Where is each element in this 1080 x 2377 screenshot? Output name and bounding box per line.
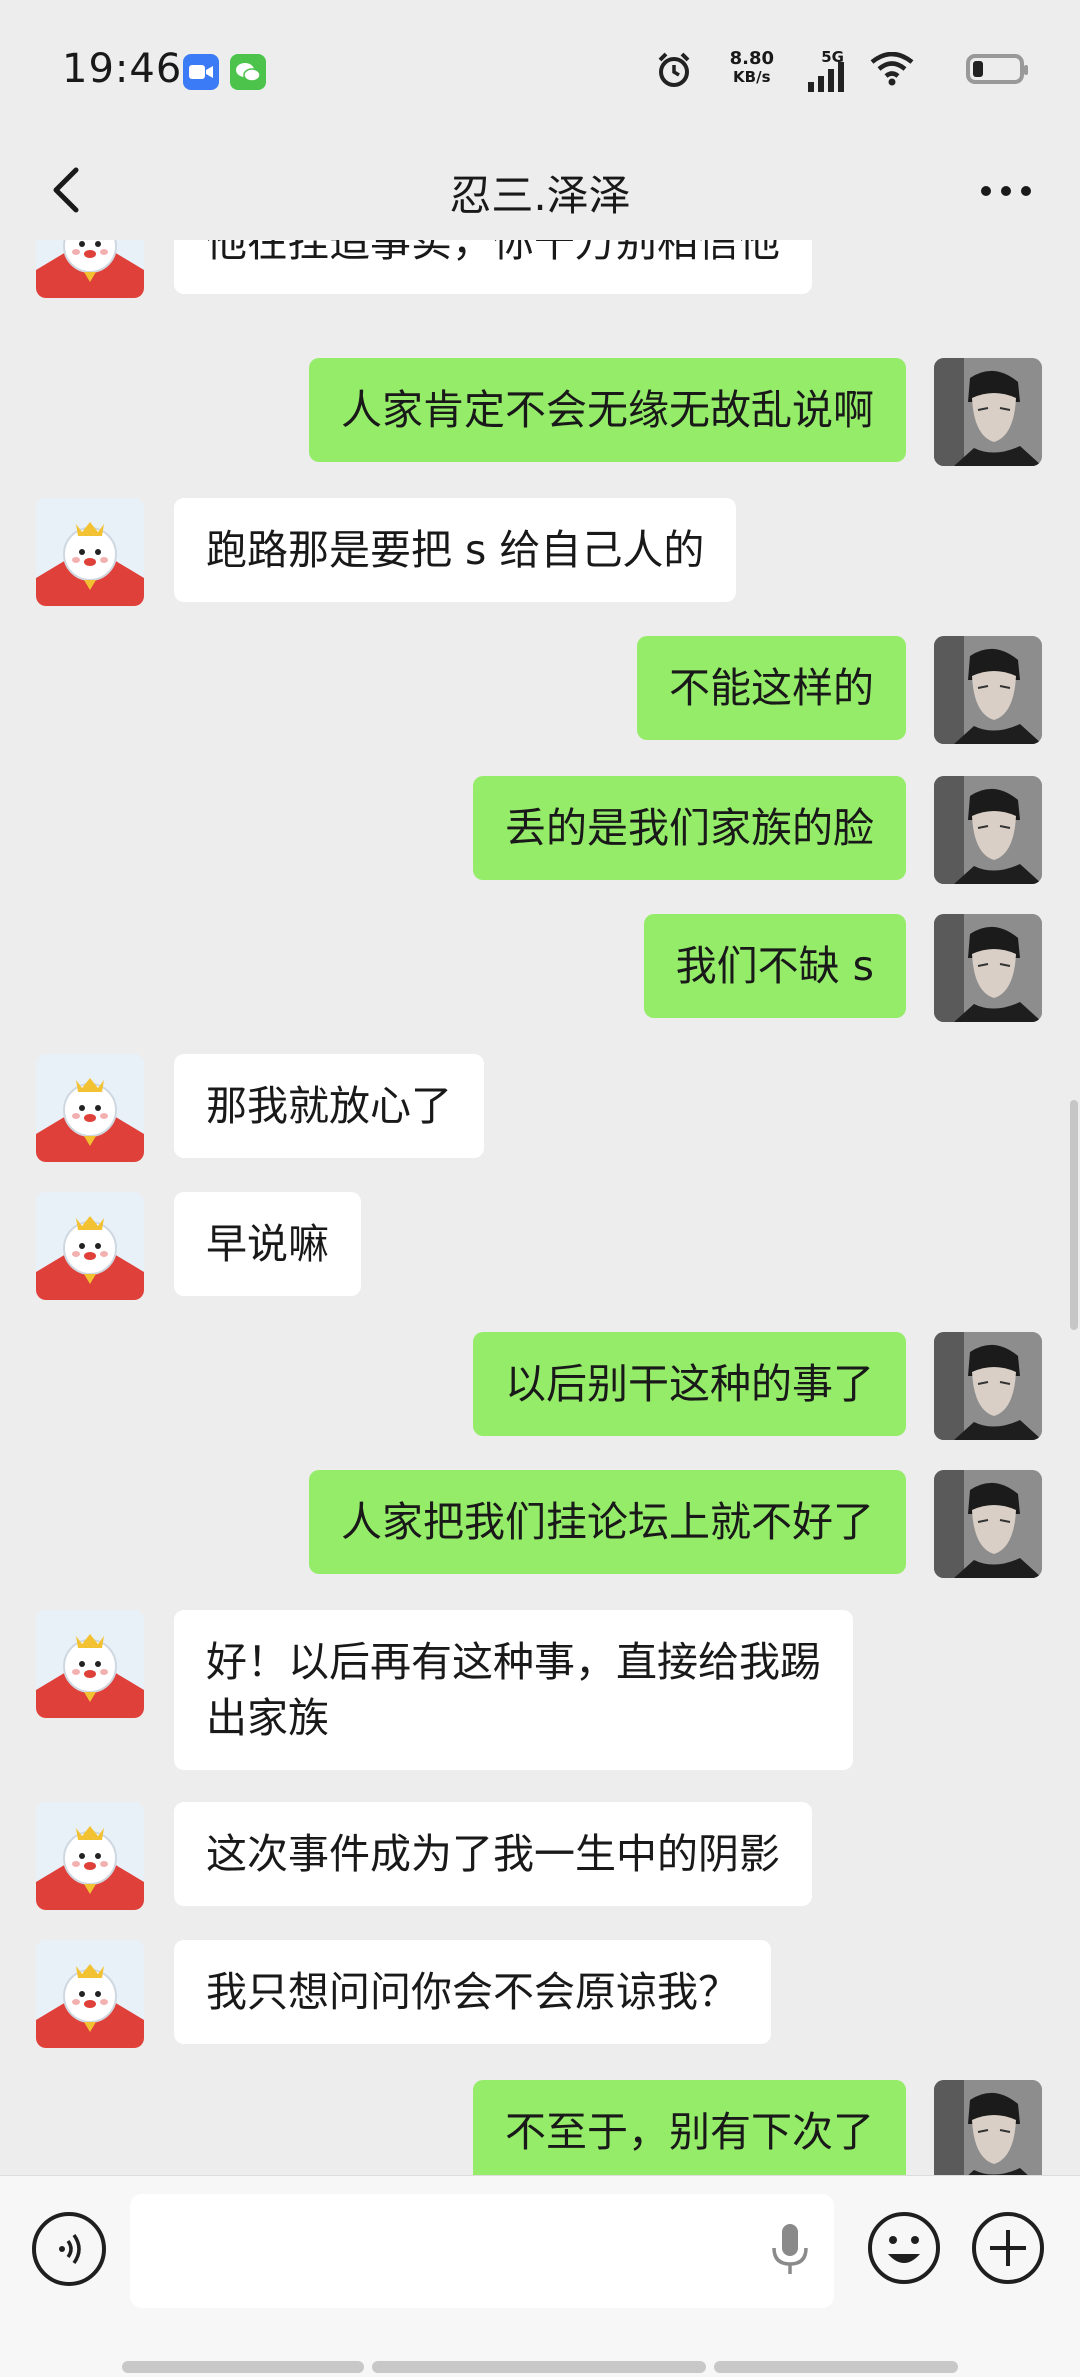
video-app-icon <box>183 54 219 90</box>
wifi-icon <box>870 52 914 86</box>
received-message-bubble[interactable]: 那我就放心了 <box>174 1054 484 1158</box>
my-avatar[interactable] <box>934 1332 1042 1440</box>
status-bar: 19:46 8.80 KB/s 5G <box>0 0 1080 140</box>
chat-list[interactable]: 他在捏造事实，你千万别相信他人家肯定不会无缘无故乱说啊跑路那是要把 s 给自己人… <box>0 240 1080 2175</box>
my-avatar[interactable] <box>934 358 1042 466</box>
my-avatar[interactable] <box>934 636 1042 744</box>
received-message-bubble[interactable]: 跑路那是要把 s 给自己人的 <box>174 498 737 602</box>
network-speed: 8.80 KB/s <box>729 48 774 87</box>
emoji-icon[interactable] <box>866 2210 942 2286</box>
wechat-app-icon <box>230 54 266 90</box>
nav-bar-left <box>122 2361 364 2373</box>
title-bar: 忍三.泽泽 <box>0 140 1080 240</box>
status-time: 19:46 <box>62 46 183 92</box>
sent-message-bubble[interactable]: 人家把我们挂论坛上就不好了 <box>309 1470 906 1574</box>
my-avatar[interactable] <box>934 914 1042 1022</box>
my-avatar[interactable] <box>934 2080 1042 2175</box>
sent-message-bubble[interactable]: 我们不缺 s <box>643 914 906 1018</box>
received-message-bubble[interactable]: 这次事件成为了我一生中的阴影 <box>174 1802 812 1906</box>
sent-message-bubble[interactable]: 人家肯定不会无缘无故乱说啊 <box>309 358 906 462</box>
received-message-bubble[interactable]: 好！以后再有这种事，直接给我踢 出家族 <box>174 1610 853 1770</box>
friend-avatar[interactable] <box>36 1610 144 1718</box>
nav-bar-right <box>714 2361 958 2373</box>
received-message-bubble[interactable]: 我只想问问你会不会原谅我？ <box>174 1940 771 2044</box>
chat-title: 忍三.泽泽 <box>449 171 631 220</box>
more-icon[interactable] <box>976 166 1036 216</box>
alarm-icon <box>658 52 690 87</box>
sent-message-bubble[interactable]: 丢的是我们家族的脸 <box>473 776 906 880</box>
sent-message-bubble[interactable]: 不至于，别有下次了 <box>473 2080 906 2175</box>
sent-message-bubble[interactable]: 以后别干这种的事了 <box>473 1332 906 1436</box>
message-input[interactable] <box>130 2194 834 2308</box>
friend-avatar[interactable] <box>36 1192 144 1300</box>
my-avatar[interactable] <box>934 1470 1042 1578</box>
plus-icon[interactable] <box>970 2210 1046 2286</box>
mic-icon[interactable] <box>768 2222 812 2278</box>
received-message-bubble[interactable]: 早说嘛 <box>174 1192 361 1296</box>
signal-icon <box>808 62 844 92</box>
scrollbar[interactable] <box>1070 1100 1078 1330</box>
my-avatar[interactable] <box>934 776 1042 884</box>
sent-message-bubble[interactable]: 不能这样的 <box>637 636 906 740</box>
friend-avatar[interactable] <box>36 1054 144 1162</box>
friend-avatar[interactable] <box>36 240 144 298</box>
friend-avatar[interactable] <box>36 498 144 606</box>
received-message-bubble[interactable]: 他在捏造事实，你千万别相信他 <box>174 240 812 294</box>
voice-icon <box>59 2233 81 2265</box>
input-bar <box>0 2175 1080 2377</box>
voice-button[interactable] <box>32 2212 106 2286</box>
friend-avatar[interactable] <box>36 1940 144 2048</box>
nav-bar-center <box>372 2361 706 2373</box>
friend-avatar[interactable] <box>36 1802 144 1910</box>
battery-icon <box>966 54 1028 84</box>
